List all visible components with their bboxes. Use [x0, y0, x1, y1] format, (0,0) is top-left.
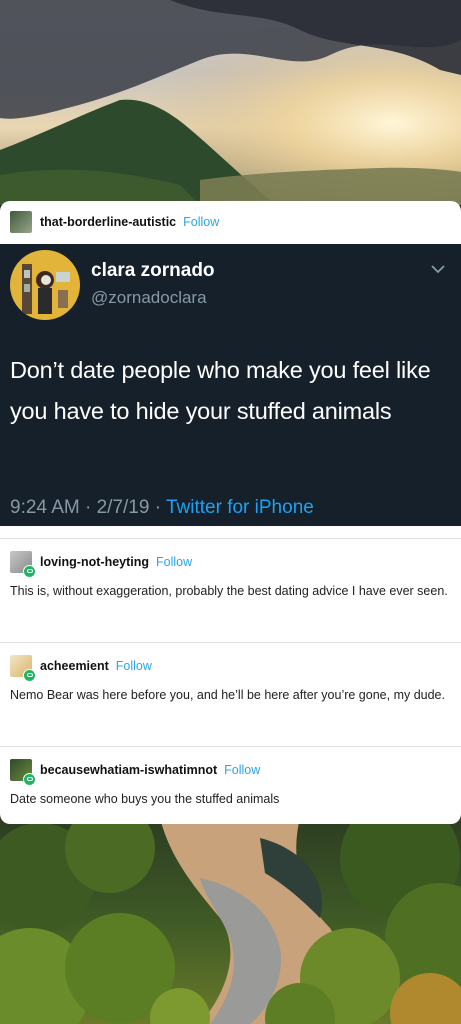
reply-header: acheemient Follow: [0, 643, 461, 689]
reblog-reply: acheemient Follow Nemo Bear was here bef…: [0, 642, 461, 706]
tweet-source-link[interactable]: Twitter for iPhone: [166, 497, 314, 518]
follow-button[interactable]: Follow: [116, 659, 152, 673]
tweet-meta: 9:24 AM · 2/7/19 · Twitter for iPhone: [10, 497, 314, 519]
avatar[interactable]: [10, 551, 36, 578]
reblog-reply: loving-not-heyting Follow This is, witho…: [0, 538, 461, 602]
tumblr-post-card: that-borderline-autistic Follow clara zo…: [0, 201, 461, 824]
tweet-avatar: [10, 250, 80, 320]
tweet-date: 2/7/19: [96, 497, 150, 518]
mountain-sunset-photo: [0, 0, 461, 205]
post-header: that-borderline-autistic Follow: [0, 201, 461, 243]
reblog-icon: [23, 565, 36, 578]
username[interactable]: loving-not-heyting: [40, 555, 149, 569]
avatar[interactable]: [10, 759, 36, 786]
chevron-down-icon: [430, 264, 446, 274]
reblog-icon: [23, 669, 36, 682]
reply-header: loving-not-heyting Follow: [0, 539, 461, 585]
follow-button[interactable]: Follow: [156, 555, 192, 569]
username[interactable]: acheemient: [40, 659, 109, 673]
avatar[interactable]: [10, 211, 32, 233]
tweet-display-name: clara zornado: [91, 260, 215, 281]
forest-river-photo: [0, 818, 461, 1024]
reblog-reply: becausewhatiam-iswhatimnot Follow Date s…: [0, 746, 461, 810]
follow-button[interactable]: Follow: [224, 763, 260, 777]
reply-text: Nemo Bear was here before you, and he’ll…: [10, 688, 445, 702]
username[interactable]: becausewhatiam-iswhatimnot: [40, 763, 217, 777]
username[interactable]: that-borderline-autistic: [40, 215, 176, 229]
tweet-time: 9:24 AM: [10, 497, 80, 518]
reply-text: This is, without exaggeration, probably …: [10, 584, 448, 598]
reply-header: becausewhatiam-iswhatimnot Follow: [0, 747, 461, 793]
tweet-screenshot: clara zornado @zornadoclara Don’t date p…: [0, 244, 461, 526]
reblog-icon: [23, 773, 36, 786]
tweet-text: Don’t date people who make you feel like…: [10, 357, 431, 424]
tweet-separator: ·: [79, 497, 97, 518]
follow-button[interactable]: Follow: [183, 215, 219, 229]
tweet-handle: @zornadoclara: [91, 288, 207, 307]
avatar[interactable]: [10, 655, 36, 682]
reply-text: Date someone who buys you the stuffed an…: [10, 792, 280, 806]
tweet-separator: ·: [149, 497, 166, 518]
